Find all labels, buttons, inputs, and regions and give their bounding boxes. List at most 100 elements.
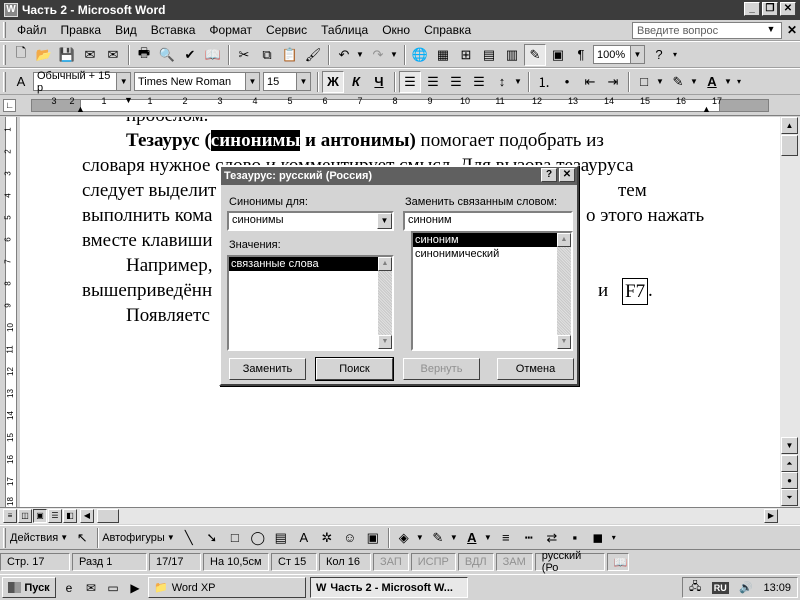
spelling-icon[interactable]: ✔ (179, 44, 201, 66)
close-button[interactable]: ✕ (780, 2, 796, 16)
close-document-icon[interactable]: ✕ (787, 23, 797, 37)
scroll-down-icon[interactable]: ▼ (557, 335, 571, 349)
paste-icon[interactable]: 📋 (279, 44, 301, 66)
chevron-down-icon[interactable]: ▼ (390, 50, 398, 59)
right-indent-marker[interactable]: ▲ (702, 104, 711, 114)
menu-format[interactable]: Формат (202, 23, 259, 37)
language-indicator[interactable]: RU (711, 581, 729, 594)
next-page-icon[interactable]: ⏷ (781, 489, 798, 506)
scroll-down-icon[interactable]: ▼ (378, 335, 392, 349)
horizontal-scrollbar[interactable]: ≡ ◫ ▣ ☰ ◧ ◀ ▶ (0, 507, 800, 524)
borders-icon[interactable]: □ (633, 71, 655, 93)
search-button[interactable]: Поиск (315, 357, 394, 381)
print-preview-icon[interactable]: 🔍 (156, 44, 178, 66)
italic-icon[interactable]: К (345, 71, 367, 93)
menu-help[interactable]: Справка (417, 23, 478, 37)
picture-icon[interactable]: ▣ (362, 527, 384, 549)
scroll-up-icon[interactable]: ▲ (378, 257, 392, 271)
line-color-icon[interactable]: ✎ (427, 527, 449, 549)
minimize-button[interactable]: _ (744, 2, 760, 16)
diagram-icon[interactable]: ✲ (316, 527, 338, 549)
menu-edit[interactable]: Правка (54, 23, 109, 37)
synonyms-for-select[interactable]: синонимы ▼ (227, 211, 394, 231)
scroll-right-icon[interactable]: ▶ (764, 509, 778, 523)
first-line-indent-marker[interactable]: ▼ (124, 95, 133, 105)
shadow-style-icon[interactable]: ▪ (564, 527, 586, 549)
help-search-input[interactable]: Введите вопрос ▼ (632, 22, 782, 39)
line-style-icon[interactable]: ≡ (495, 527, 517, 549)
fill-color-icon[interactable]: ◈ (393, 527, 415, 549)
selected-word[interactable]: синонимы (210, 130, 301, 151)
chevron-down-icon[interactable]: ▾ (735, 77, 743, 86)
web-view-icon[interactable]: ◫ (18, 509, 32, 523)
media-player-icon[interactable]: ▶ (126, 579, 144, 597)
chevron-down-icon[interactable]: ▼ (296, 73, 310, 90)
insert-table-icon[interactable]: ⊞ (455, 44, 477, 66)
scroll-thumb[interactable] (781, 135, 798, 156)
start-button[interactable]: Пуск (2, 577, 56, 598)
previous-page-icon[interactable]: ⏶ (781, 455, 798, 472)
chevron-down-icon[interactable]: ▼ (245, 73, 259, 90)
arrow-icon[interactable]: ➘ (201, 527, 223, 549)
replace-with-input[interactable]: синоним (403, 211, 573, 231)
clock[interactable]: 13:09 (763, 582, 791, 594)
word-app-icon[interactable]: W (4, 3, 18, 17)
outlook-icon[interactable]: ✉ (82, 579, 100, 597)
select-objects-icon[interactable]: ↖ (71, 527, 93, 549)
line-icon[interactable]: ╲ (178, 527, 200, 549)
left-indent-marker[interactable]: ▲ (76, 104, 85, 114)
new-document-icon[interactable]: 🗋 (10, 44, 32, 66)
menu-view[interactable]: Вид (108, 23, 144, 37)
taskbar-item-word-xp[interactable]: 📁 Word XP (148, 577, 306, 598)
format-painter-icon[interactable]: 🖌 (302, 44, 324, 66)
dialog-close-button[interactable]: ✕ (559, 168, 575, 182)
normal-view-icon[interactable]: ≡ (3, 509, 17, 523)
insert-excel-icon[interactable]: ▤ (478, 44, 500, 66)
text-box-icon[interactable]: ▤ (270, 527, 292, 549)
horizontal-ruler[interactable]: ∟ 3 2 1 1 2 3 4 5 6 7 8 9 10 11 12 13 14… (0, 95, 800, 116)
menu-insert[interactable]: Вставка (144, 23, 203, 37)
redo-icon[interactable]: ↷ (367, 44, 389, 66)
meanings-scrollbar[interactable]: ▲ ▼ (378, 257, 392, 349)
menubar-grip[interactable] (3, 22, 6, 38)
document-map-icon[interactable]: ▣ (547, 44, 569, 66)
3d-style-icon[interactable]: ◼ (587, 527, 609, 549)
align-center-icon[interactable]: ☰ (422, 71, 444, 93)
chevron-down-icon[interactable]: ▼ (514, 77, 522, 86)
internet-explorer-icon[interactable]: e (60, 579, 78, 597)
underline-icon[interactable]: Ч (368, 71, 390, 93)
replace-button[interactable]: Заменить (229, 358, 306, 380)
actions-menu[interactable]: Действия (10, 532, 58, 544)
menu-window[interactable]: Окно (375, 23, 417, 37)
columns-icon[interactable]: ▥ (501, 44, 523, 66)
arrow-style-icon[interactable]: ⇄ (541, 527, 563, 549)
email-icon[interactable]: ✉ (102, 44, 124, 66)
hyperlink-icon[interactable]: 🌐 (409, 44, 431, 66)
show-desktop-icon[interactable]: ▭ (104, 579, 122, 597)
dialog-title-bar[interactable]: Тезаурус: русский (Россия) ? ✕ (221, 167, 577, 185)
decrease-indent-icon[interactable]: ⇤ (579, 71, 601, 93)
tables-borders-icon[interactable]: ▦ (432, 44, 454, 66)
list-item[interactable]: связанные слова (229, 257, 378, 271)
chevron-down-icon[interactable]: ▼ (377, 213, 392, 229)
toolbar-grip[interactable] (3, 44, 6, 65)
vertical-scrollbar[interactable]: ▲ ▼ ⏶ ● ⏷ (780, 117, 800, 507)
chevron-down-icon[interactable]: ▼ (450, 533, 458, 542)
reading-view-icon[interactable]: ◧ (63, 509, 77, 523)
numbering-icon[interactable]: ⒈ (533, 71, 555, 93)
chevron-down-icon[interactable]: ▼ (765, 24, 777, 38)
drawing-icon[interactable]: ✎ (524, 43, 546, 66)
styles-pane-icon[interactable]: A (10, 71, 32, 93)
browse-object-icon[interactable]: ● (781, 472, 798, 489)
list-item[interactable]: синонимический (413, 247, 557, 261)
toolbar-grip[interactable] (3, 527, 6, 548)
open-folder-icon[interactable]: 📂 (33, 44, 55, 66)
chevron-down-icon[interactable]: ▼ (356, 50, 364, 59)
list-item[interactable]: синоним (413, 233, 557, 247)
show-hide-icon[interactable]: ¶ (570, 44, 592, 66)
menu-table[interactable]: Таблица (314, 23, 375, 37)
scroll-left-icon[interactable]: ◀ (80, 509, 94, 523)
volume-icon[interactable]: 🔊 (739, 581, 753, 594)
bold-icon[interactable]: Ж (322, 70, 344, 93)
restore-button[interactable]: ❐ (762, 2, 778, 16)
